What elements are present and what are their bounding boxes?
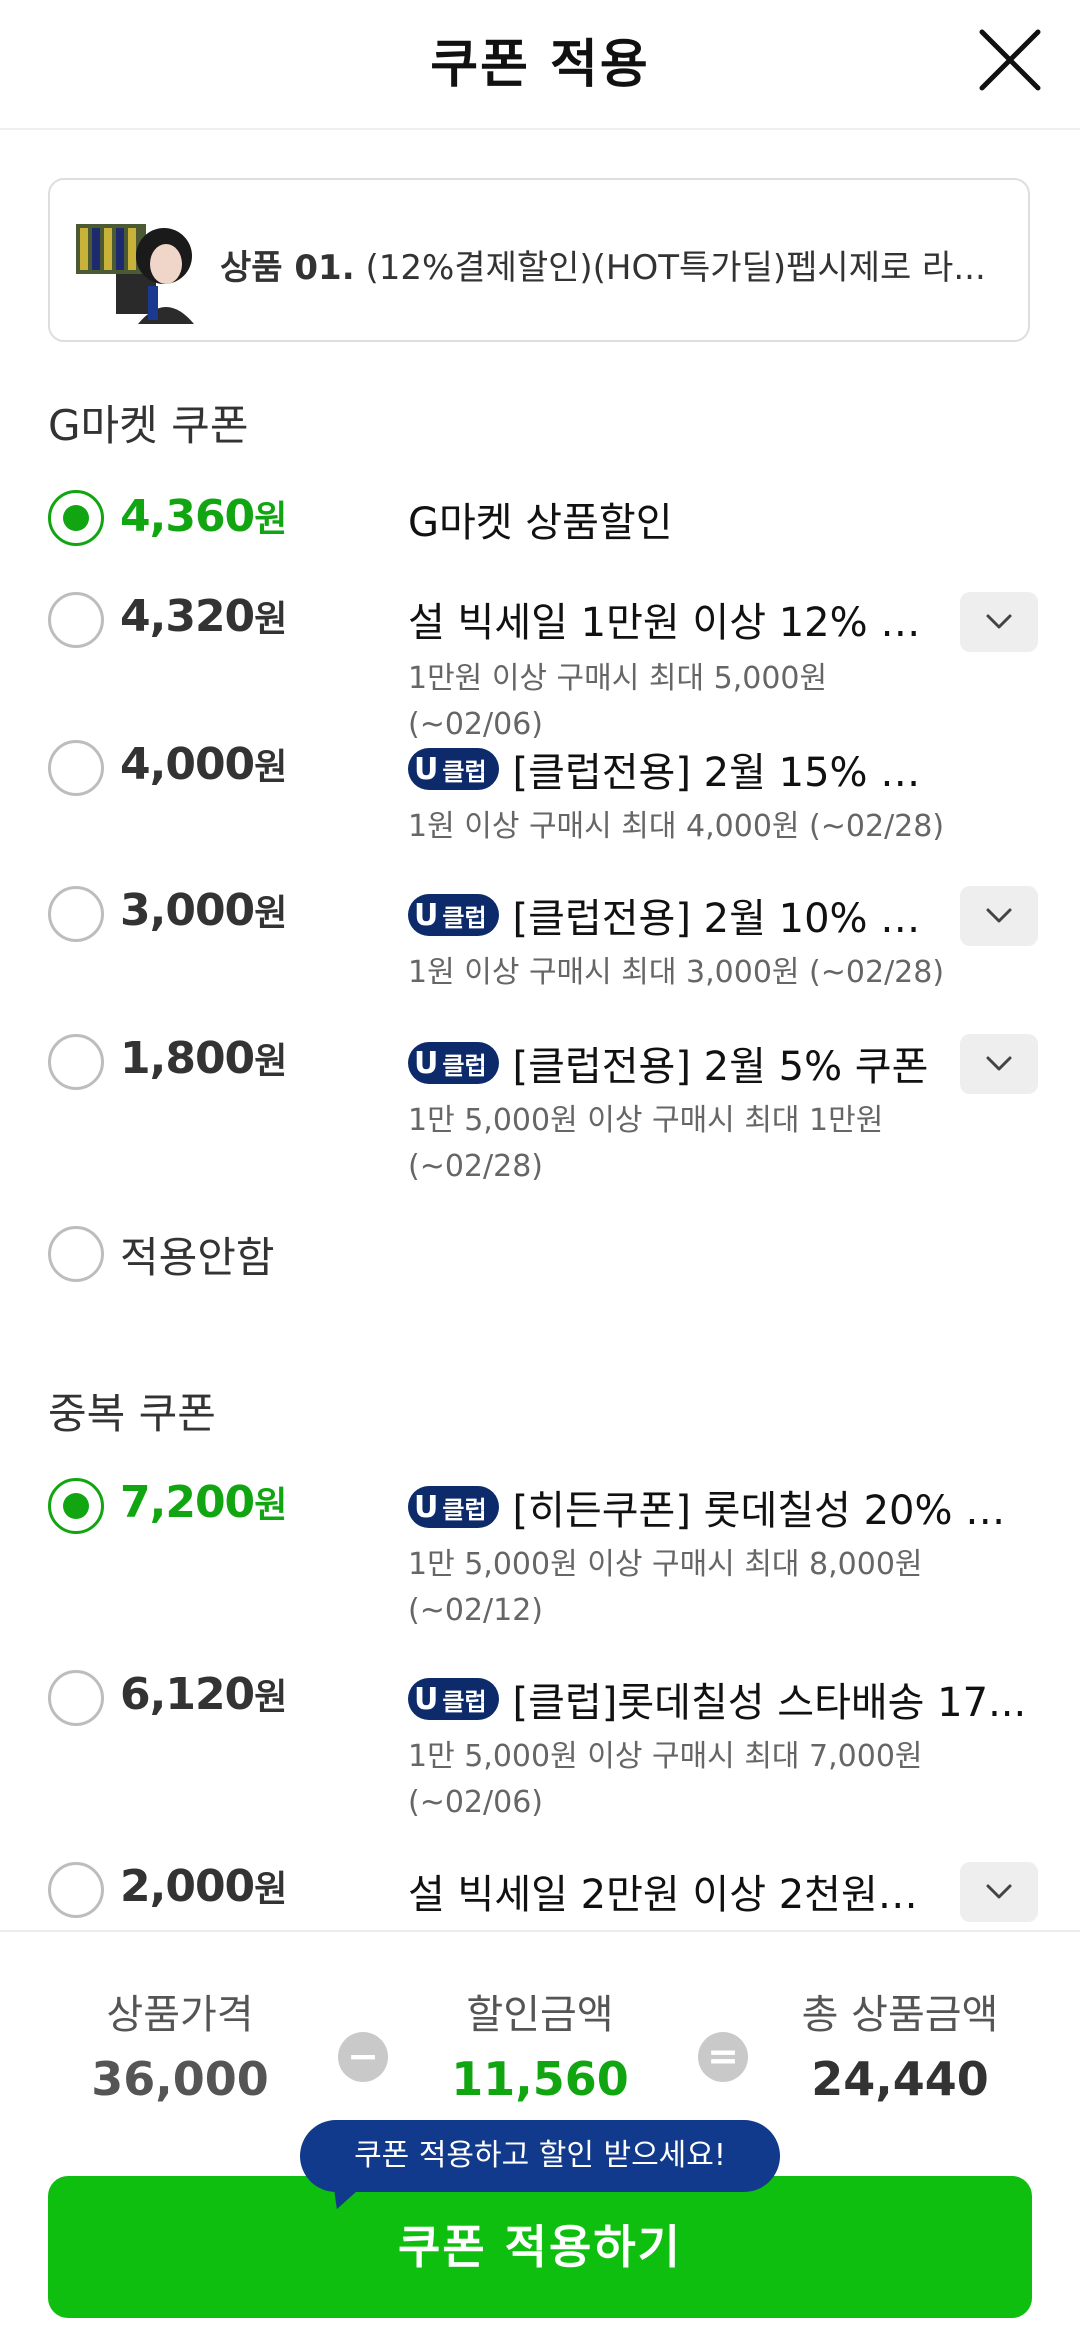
header: 쿠폰 적용 [0,0,1080,130]
coupon-amount: 4,000원 [120,739,287,790]
dup-coupon-title: U 클럽 [히든쿠폰] 롯데칠성 20% 클... [408,1478,1028,1536]
chevron-down-icon [986,1056,1012,1071]
total-value: 24,440 [811,2052,989,2106]
price-label: 상품가격 [106,1992,254,2038]
dup-coupon-amount: 6,120원 [120,1669,287,1720]
dup-coupon-condition: 1만 5,000원 이상 구매시 최대 7,000원 [408,1739,923,1774]
club-badge: U 클럽 [408,1486,499,1528]
expand-button[interactable] [960,1862,1038,1922]
coupon-radio[interactable] [48,886,104,942]
club-badge: U 클럽 [408,1042,499,1084]
coupon-amount: 1,800원 [120,1033,287,1084]
dup-coupon-condition: 1만 5,000원 이상 구매시 최대 8,000원 [408,1547,923,1582]
dup-coupon-amount: 2,000원 [120,1861,287,1912]
club-badge: U 클럽 [408,1678,499,1720]
coupon-condition: 1원 이상 구매시 최대 3,000원 (~02/28) [408,955,945,990]
close-icon [979,29,1041,91]
apply-coupon-button[interactable]: 쿠폰 적용하기 [48,2176,1032,2318]
expand-button[interactable] [960,886,1038,946]
close-button[interactable] [970,20,1050,100]
coupon-title: U 클럽 [클럽전용] 2월 15% 쿠폰 [408,740,948,798]
coupon-radio[interactable] [48,1034,104,1090]
coupon-condition: 1만원 이상 구매시 최대 5,000원 (~02/06) [408,661,828,742]
dup-coupon-title: 설 빅세일 2만원 이상 2천원 ... [408,1872,928,1918]
product-card: 상품 01. (12%결제할인)(HOT특가딜)펩시제로 라... [48,178,1030,342]
coupon-condition: 1원 이상 구매시 최대 4,000원 (~02/28) [408,809,945,844]
page-title: 쿠폰 적용 [430,35,650,95]
coupon-radio-none[interactable] [48,1226,104,1282]
dup-coupon-amount: 7,200원 [120,1477,287,1528]
coupon-tooltip: 쿠폰 적용하고 할인 받으세요! [300,2120,780,2192]
expand-button[interactable] [960,1034,1038,1094]
dup-coupon-expiry: (~02/12) [408,1593,543,1628]
coupon-amount: 3,000원 [120,885,287,936]
chevron-down-icon [986,614,1012,629]
coupon-amount: 4,320원 [120,591,287,642]
coupon-condition: 1만 5,000원 이상 구매시 최대 1만원 [408,1103,884,1138]
coupon-title: 설 빅세일 1만원 이상 12% 최... [408,600,928,646]
coupon-radio[interactable] [48,592,104,648]
chevron-down-icon [986,908,1012,923]
chevron-down-icon [986,1884,1012,1899]
coupon-title: U 클럽 [클럽전용] 2월 5% 쿠폰 [408,1034,938,1092]
product-name: 상품 01. (12%결제할인)(HOT특가딜)펩시제로 라... [220,240,1010,289]
minus-icon: − [338,2032,388,2082]
discount-value: 11,560 [451,2052,629,2106]
coupon-radio-selected[interactable] [48,490,104,546]
coupon-radio[interactable] [48,740,104,796]
dup-coupon-title: U 클럽 [클럽]롯데칠성 스타배송 17... [408,1670,1028,1728]
coupon-expiry: (~02/28) [408,1149,543,1184]
dup-coupon-radio[interactable] [48,1670,104,1726]
product-thumbnail [76,224,196,324]
product-number: 상품 01. [220,248,355,288]
total-label: 총 상품금액 [801,1992,999,2038]
coupon-title: G마켓 상품할인 [408,500,673,546]
club-badge: U 클럽 [408,748,499,790]
dup-coupon-radio[interactable] [48,1862,104,1918]
duplicate-coupon-section-title: 중복 쿠폰 [48,1389,216,1438]
equals-icon: = [698,2032,748,2082]
dup-coupon-expiry: (~02/06) [408,1785,543,1820]
expand-button[interactable] [960,592,1038,652]
dup-coupon-radio-selected[interactable] [48,1478,104,1534]
no-coupon-label: 적용안함 [120,1233,275,1282]
club-badge: U 클럽 [408,894,499,936]
coupon-title: U 클럽 [클럽전용] 2월 10% 쿠폰 [408,886,938,944]
coupon-amount: 4,360원 [120,491,287,542]
gmarket-coupon-section-title: G마켓 쿠폰 [48,401,249,450]
discount-label: 할인금액 [466,1992,614,2038]
product-title: (12%결제할인)(HOT특가딜)펩시제로 라... [354,248,986,288]
price-value: 36,000 [91,2052,269,2106]
